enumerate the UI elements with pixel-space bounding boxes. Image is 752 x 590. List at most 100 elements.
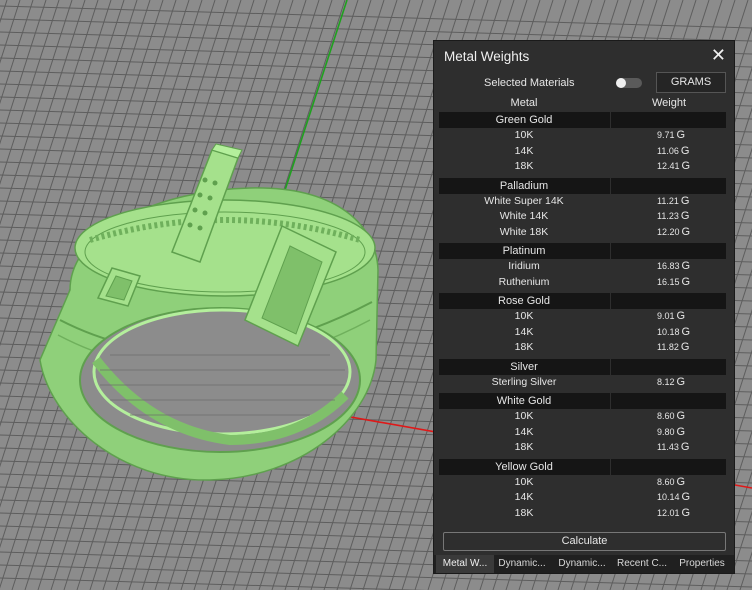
weight-value: 12.01 <box>657 507 680 518</box>
metal-name: 10K <box>514 310 534 322</box>
weight-value-cell: 11.06 G <box>657 144 689 160</box>
list-item: White 18K 12.20 G <box>439 225 726 241</box>
group-header: Yellow Gold <box>439 458 726 475</box>
column-divider <box>610 112 611 128</box>
weight-value-cell: 12.41 G <box>657 159 690 175</box>
weight-value: 8.12 <box>657 376 675 387</box>
tab-metal-weights[interactable]: Metal W... <box>436 555 494 573</box>
list-item: 10K 9.01 G <box>439 309 726 325</box>
column-divider <box>610 293 611 309</box>
weight-value-cell: 11.21 G <box>657 194 689 210</box>
panel-title: Metal Weights <box>444 49 530 64</box>
weight-unit: G <box>681 260 691 272</box>
weight-value: 11.23 <box>657 211 679 221</box>
weight-value-cell: 10.18 G <box>657 325 690 341</box>
column-divider <box>610 458 611 475</box>
group-name: Platinum <box>502 245 546 257</box>
metal-name: 18K <box>514 341 534 353</box>
weight-unit: G <box>681 225 691 238</box>
list-item: 18K 11.82 G <box>439 340 726 356</box>
weight-unit: G <box>680 210 690 222</box>
metal-name: White 14K <box>499 210 549 222</box>
weight-unit: G <box>676 410 686 422</box>
weight-value-cell: 12.20 G <box>657 225 690 241</box>
column-divider <box>610 393 611 409</box>
weight-value-cell: 8.60 G <box>657 409 685 425</box>
group-name: Silver <box>510 360 538 373</box>
metal-name: 14K <box>514 325 534 338</box>
weight-unit: G <box>676 310 686 322</box>
weight-unit: G <box>680 341 690 353</box>
metal-name: Sterling Silver <box>491 375 557 388</box>
metal-name: 14K <box>514 144 534 157</box>
column-divider <box>610 243 611 259</box>
close-button[interactable]: ✕ <box>711 46 726 64</box>
metal-name: White 18K <box>499 225 549 238</box>
weight-value-cell: 12.01 G <box>657 506 690 522</box>
weight-value-cell: 16.83 G <box>657 259 690 275</box>
weight-value: 12.41 <box>657 161 680 171</box>
tab-dynamic-1[interactable]: Dynamic... <box>494 555 550 573</box>
weight-column-header: Weight <box>651 97 687 109</box>
weight-value: 8.60 <box>657 476 675 487</box>
weight-unit: G <box>681 160 691 172</box>
metal-name: 10K <box>514 475 534 488</box>
tab-recent[interactable]: Recent C... <box>614 555 670 573</box>
group-header: Silver <box>439 358 726 375</box>
weight-unit: G <box>681 325 691 338</box>
metal-name: 14K <box>514 491 534 503</box>
metal-name: 18K <box>514 160 534 172</box>
list-item: 18K 12.41 G <box>439 159 726 175</box>
weight-unit: G <box>681 491 691 503</box>
weight-value-cell: 11.82 G <box>657 340 689 356</box>
metal-name: 10K <box>514 129 534 141</box>
weight-unit: G <box>680 441 690 453</box>
list-item: Iridium 16.83 G <box>439 259 726 275</box>
panel-tab-bar: Metal W... Dynamic... Dynamic... Recent … <box>434 555 734 573</box>
weight-value: 10.14 <box>657 492 680 502</box>
list-item: 14K 11.06 G <box>439 144 726 160</box>
weight-value: 9.01 <box>657 311 675 321</box>
weight-value: 16.83 <box>657 261 680 271</box>
metal-name: 14K <box>514 425 534 438</box>
weight-value-cell: 9.71 G <box>657 128 685 144</box>
toggle-knob <box>616 78 626 88</box>
metal-name: Iridium <box>508 260 540 272</box>
weight-value-cell: 10.14 G <box>657 490 690 506</box>
weight-value: 11.06 <box>657 145 679 156</box>
weight-unit: G <box>676 375 686 388</box>
metal-column-header: Metal <box>510 97 538 109</box>
metal-name: Ruthenium <box>498 275 550 288</box>
calculate-button[interactable]: Calculate <box>443 532 726 551</box>
weight-unit: G <box>680 144 690 157</box>
group-header: Palladium <box>439 177 726 194</box>
group-header: White Gold <box>439 393 726 409</box>
weight-value: 12.20 <box>657 226 680 237</box>
weight-unit: G <box>676 425 686 438</box>
weight-unit: G <box>680 194 690 207</box>
units-button[interactable]: GRAMS <box>656 72 726 93</box>
metal-name: 18K <box>514 506 534 519</box>
list-item: 10K 8.60 G <box>439 409 726 425</box>
weight-value: 10.18 <box>657 326 680 337</box>
column-divider <box>610 177 611 194</box>
weight-value: 11.21 <box>657 195 679 206</box>
metal-name: White Super 14K <box>484 194 564 207</box>
group-header: Platinum <box>439 243 726 259</box>
weight-unit: G <box>681 506 691 519</box>
weight-value-cell: 11.43 G <box>657 440 689 456</box>
column-divider <box>610 358 611 375</box>
weight-value-cell: 9.01 G <box>657 309 685 325</box>
tab-dynamic-2[interactable]: Dynamic... <box>554 555 610 573</box>
weight-value-cell: 8.60 G <box>657 475 685 491</box>
weight-value-cell: 11.23 G <box>657 209 689 225</box>
tab-properties[interactable]: Properties <box>674 555 730 573</box>
list-item: Sterling Silver 8.12 G <box>439 375 726 391</box>
group-header: Rose Gold <box>439 293 726 309</box>
weight-value: 8.60 <box>657 411 675 421</box>
metal-name: 10K <box>514 410 534 422</box>
selected-materials-label: Selected Materials <box>484 77 575 89</box>
group-name: Rose Gold <box>498 295 550 307</box>
selected-materials-toggle[interactable] <box>616 78 642 88</box>
weight-unit: G <box>676 475 686 488</box>
